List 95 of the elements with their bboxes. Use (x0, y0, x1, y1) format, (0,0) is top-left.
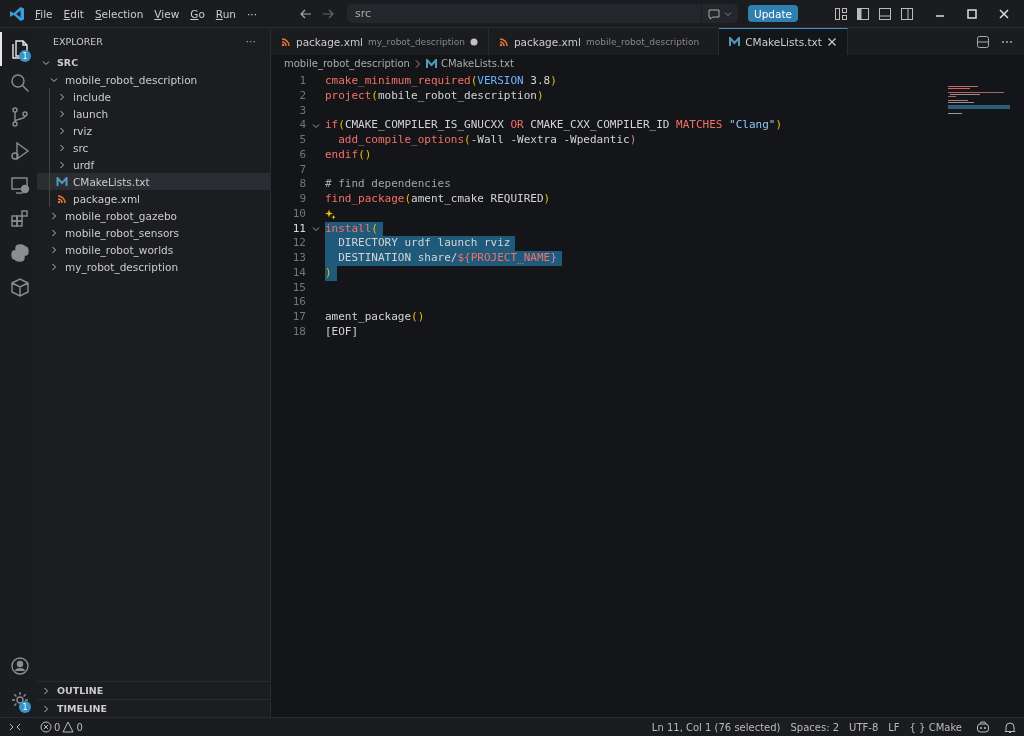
menu-item[interactable]: Run (215, 7, 236, 20)
copilot-icon[interactable] (976, 720, 990, 734)
chat-dropdown[interactable] (701, 4, 738, 23)
panel-toggle-icon[interactable] (878, 6, 892, 21)
line-number: 1 (298, 74, 306, 89)
code-line: project(mobile_robot_description) (325, 88, 544, 104)
code-line: find_package(ament_cmake REQUIRED) (325, 192, 551, 207)
close-icon[interactable] (826, 37, 837, 47)
tree-item[interactable]: mobile_robot_worlds (37, 241, 270, 258)
split-editor-icon[interactable] (976, 34, 990, 49)
status-item[interactable]: LF (888, 721, 900, 733)
app-logo-icon (9, 5, 25, 22)
menu-item[interactable]: File (35, 7, 53, 20)
error-icon[interactable] (40, 721, 52, 733)
remote-icon (8, 174, 31, 196)
warning-count[interactable]: 0 (76, 721, 83, 733)
bell-icon[interactable] (1004, 720, 1016, 734)
status-item[interactable]: Ln 11, Col 1 (76 selected) (651, 721, 781, 733)
close-icon[interactable] (998, 7, 1010, 20)
code-line: cmake_minimum_required(VERSION 3.8) (325, 74, 557, 89)
line-number: 7 (298, 162, 306, 178)
menu-item[interactable]: Selection (94, 7, 144, 20)
line-number: 9 (298, 192, 306, 207)
warning-icon[interactable] (62, 721, 75, 733)
file-icon (425, 58, 437, 69)
line-number: 14 (291, 265, 306, 281)
line-number: 18 (291, 324, 306, 340)
tree-item[interactable]: include (37, 88, 270, 105)
chat-icon (707, 6, 721, 21)
breadcrumb-item[interactable]: CMakeLists.txt (440, 58, 514, 69)
unsaved-dot-icon (469, 38, 478, 46)
line-number: 13 (291, 251, 306, 266)
remote-icon[interactable] (8, 721, 22, 733)
menu-item[interactable]: Go (190, 7, 205, 20)
line-number: 10 (291, 206, 306, 222)
menu-item[interactable]: View (154, 7, 180, 20)
file-icon (55, 176, 69, 187)
tree-item[interactable]: CMakeLists.txt (37, 173, 270, 190)
code-line: [EOF] (325, 324, 359, 340)
tree-root[interactable]: SRC (37, 54, 270, 71)
line-number: 6 (298, 147, 306, 163)
section-header[interactable]: OUTLINE (37, 681, 270, 699)
search-icon (8, 72, 31, 94)
tree-item[interactable]: launch (37, 105, 270, 122)
tree-item[interactable]: src (37, 139, 270, 156)
split-toggle-icon[interactable] (900, 6, 914, 21)
line-number: 5 (298, 133, 306, 148)
code-line: # find dependencies (325, 177, 451, 192)
sparkle-icon[interactable] (325, 208, 336, 220)
update-button[interactable]: Update (748, 5, 798, 22)
line-number: 2 (298, 88, 306, 104)
line-number: 16 (291, 295, 306, 310)
line-number: 3 (298, 103, 306, 119)
minimap-drawing (948, 86, 1010, 116)
editor-tab[interactable]: CMakeLists.txt (719, 28, 848, 55)
file-icon (729, 37, 741, 47)
line-number: 12 (291, 236, 306, 251)
error-count[interactable]: 0 (54, 721, 61, 733)
panel-title: EXPLORER (53, 35, 103, 47)
line-number: 15 (291, 280, 306, 296)
line-number: 8 (298, 177, 306, 192)
menu-item[interactable]: ··· (246, 7, 257, 20)
line-number: 4 (298, 118, 306, 133)
account-icon[interactable] (8, 655, 31, 677)
package-icon (8, 276, 31, 298)
status-item[interactable]: Spaces: 2 (790, 721, 840, 733)
status-item[interactable]: UTF-8 (849, 721, 879, 733)
rss-icon (498, 37, 509, 47)
maximize-icon[interactable] (966, 7, 978, 20)
tree-item[interactable]: rviz (37, 122, 270, 139)
sidebar-toggle-icon[interactable] (856, 6, 870, 21)
line-number: 11 (291, 221, 306, 237)
chevron-icon (413, 58, 422, 69)
rss-icon (281, 37, 291, 47)
extensions-icon (8, 208, 31, 230)
tree-item[interactable]: mobile_robot_description (37, 71, 270, 88)
language-mode[interactable]: { } CMake (909, 721, 962, 733)
more-actions[interactable]: ··· (245, 34, 256, 48)
tree-item[interactable]: mobile_robot_sensors (37, 224, 270, 241)
notification-badge: 1 (19, 701, 31, 713)
run-debug-icon (8, 140, 31, 162)
tree-item[interactable]: my_robot_description (37, 258, 270, 275)
menu-item[interactable]: Edit (63, 7, 84, 20)
layout-icon[interactable] (834, 6, 848, 21)
line-number: 17 (291, 310, 306, 325)
code-line: if(CMAKE_COMPILER_IS_GNUCXX OR CMAKE_CXX_COMPILER_ID MATCHES "Clang") (325, 118, 782, 133)
notification-badge: 1 (19, 50, 31, 62)
breadcrumb-item[interactable]: mobile_robot_description (284, 58, 410, 69)
code-line: ament_package() (325, 310, 425, 325)
code-line: endif() (325, 147, 372, 163)
search-field[interactable]: src (347, 4, 701, 23)
tree-item[interactable]: package.xml (37, 190, 270, 207)
code-line: add_compile_options(-Wall -Wextra -Wpedantic) (337, 133, 637, 148)
tree-item[interactable]: mobile_robot_gazebo (37, 207, 270, 224)
rss-icon (55, 193, 69, 204)
